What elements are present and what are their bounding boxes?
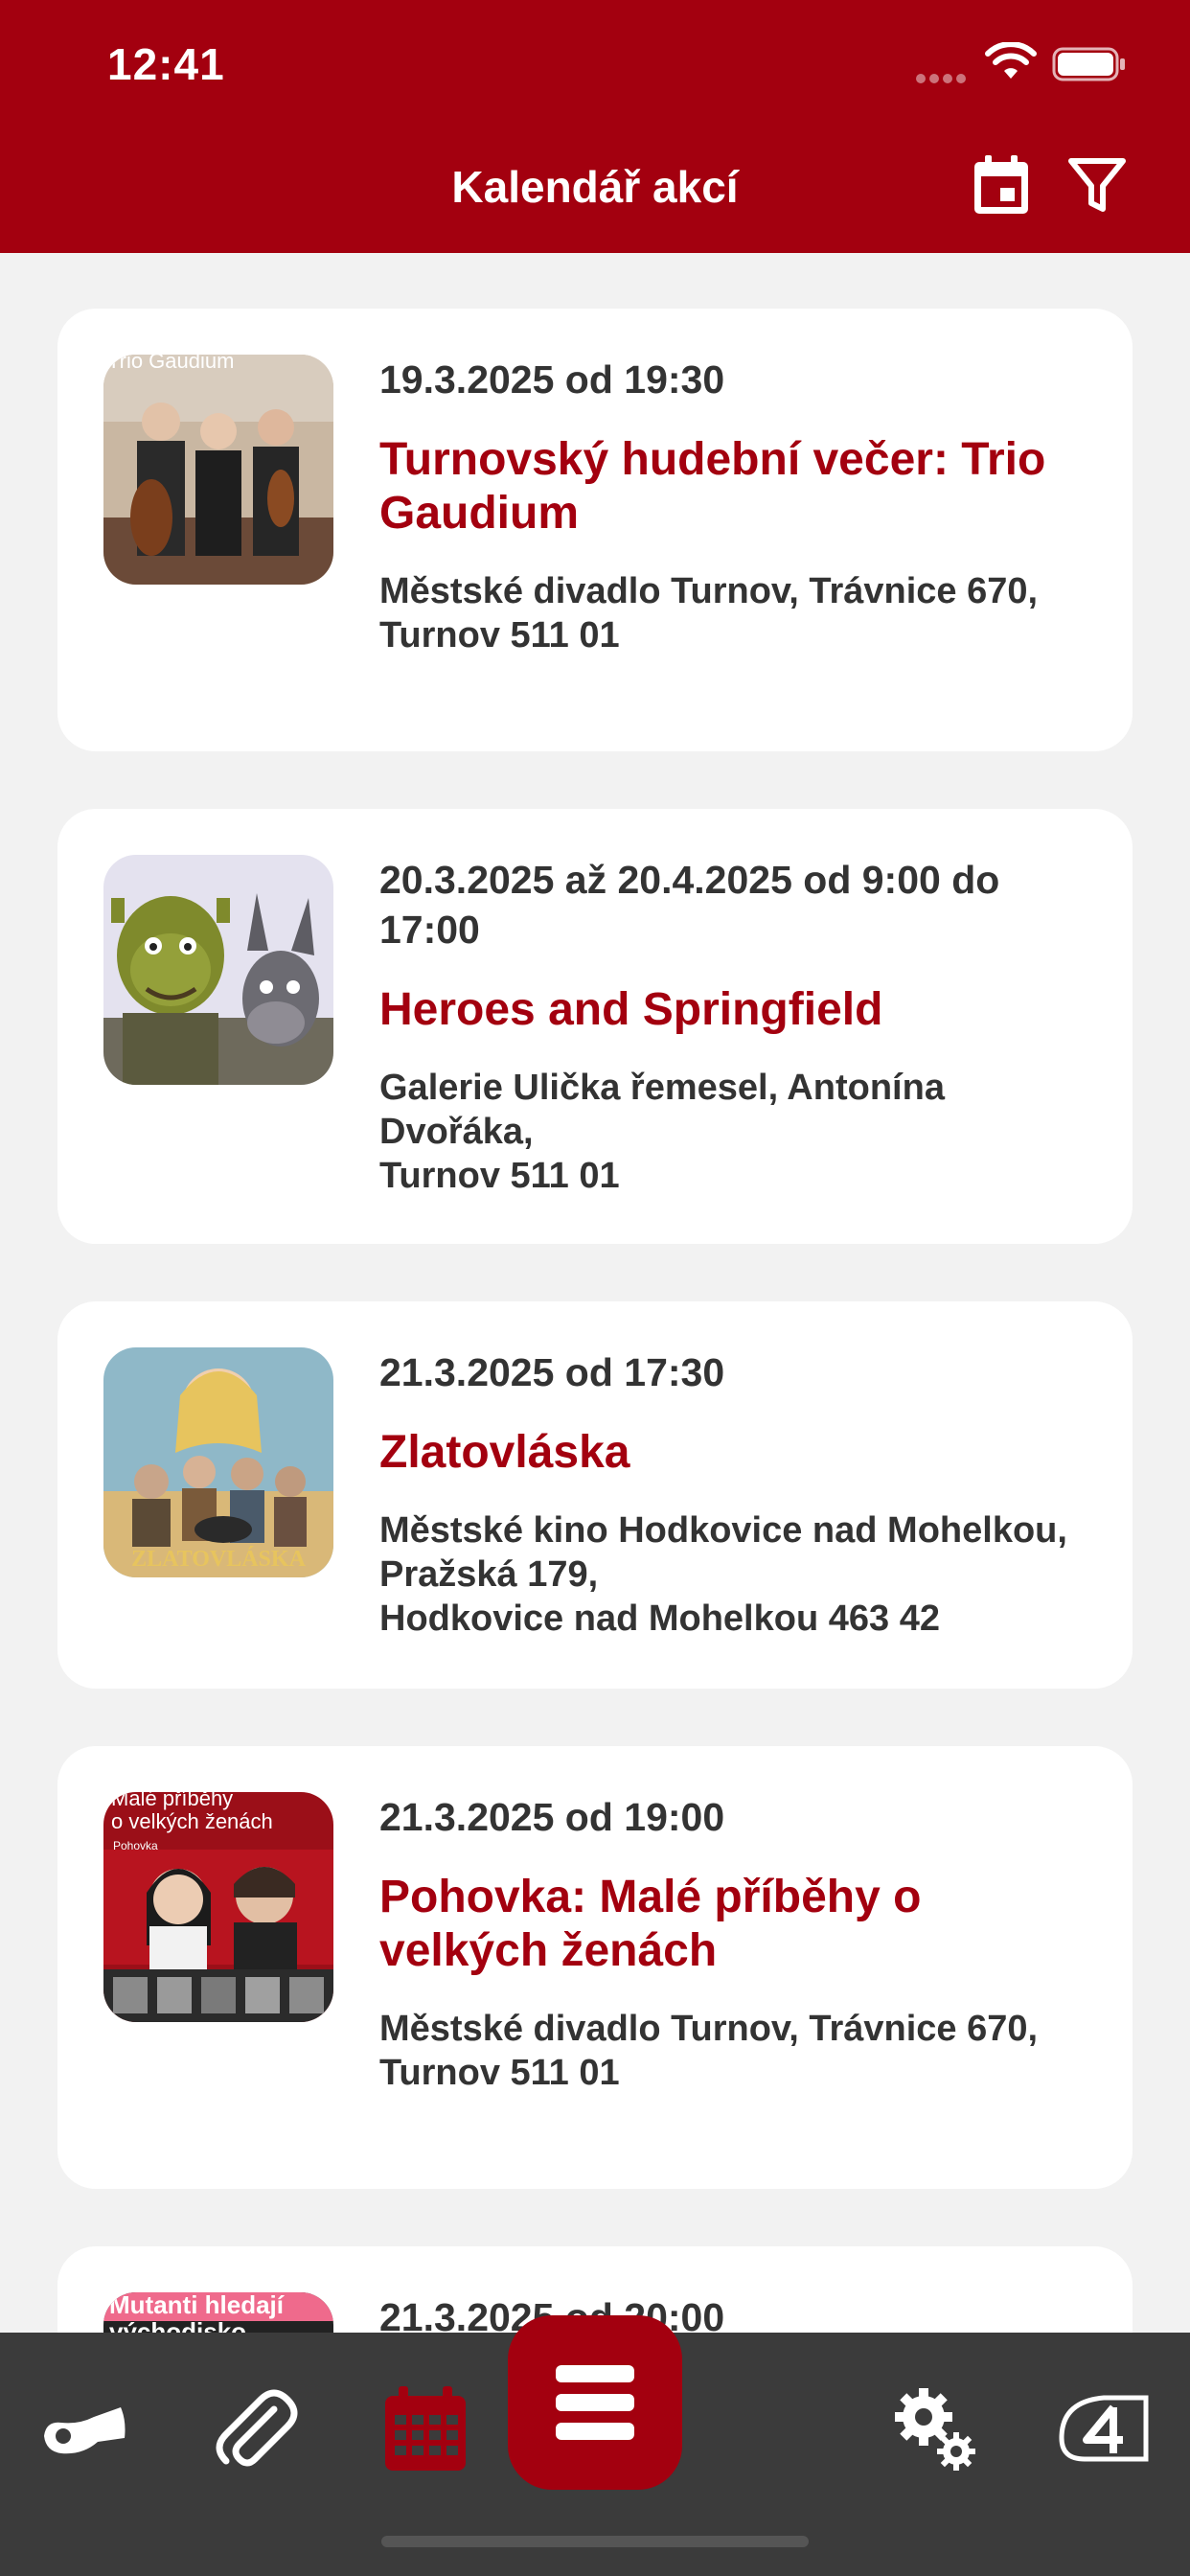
event-card[interactable]: Malé příběhy o velkých ženách Pohovka 21… xyxy=(57,1746,1133,2189)
horn-icon xyxy=(44,2407,126,2454)
event-place: Městské kino Hodkovice nad Mohelkou, Pra… xyxy=(379,1510,1067,1639)
event-place: Městské divadlo Turnov, Trávnice 670, Tu… xyxy=(379,571,1039,656)
menu-icon xyxy=(556,2365,634,2440)
svg-text:o velkých ženách: o velkých ženách xyxy=(111,1809,273,1833)
svg-text:ZLATOVLÁSKA: ZLATOVLÁSKA xyxy=(131,1547,306,1572)
status-time: 12:41 xyxy=(107,39,225,89)
tab-calendar[interactable] xyxy=(378,2380,473,2476)
event-title: Heroes and Springfield xyxy=(379,984,883,1035)
tab-settings[interactable] xyxy=(885,2380,981,2476)
event-card[interactable]: Trio Gaudium 19.3.2025 od 19:30 Turnovsk… xyxy=(57,309,1133,751)
event-thumbnail: ZLATOVLÁSKA xyxy=(103,1347,333,1577)
top-bar: 12:41 Kalendář akcí xyxy=(0,0,1190,253)
svg-text:Mutanti hledají: Mutanti hledají xyxy=(109,2292,285,2319)
event-card[interactable]: 20.3.2025 až 20.4.2025 od 9:00 do 17:00 … xyxy=(57,809,1133,1244)
event-date: 21.3.2025 od 17:30 xyxy=(379,1350,725,1394)
tab-documents[interactable] xyxy=(207,2380,303,2476)
svg-text:Pohovka: Pohovka xyxy=(113,1839,158,1852)
event-thumbnail: Malé příběhy o velkých ženách Pohovka xyxy=(103,1792,333,2022)
paperclip-icon xyxy=(216,2389,298,2467)
event-date: 21.3.2025 od 19:00 xyxy=(379,1795,725,1839)
cellular-signal-icon xyxy=(916,71,972,83)
event-title: Turnovský hudební večer: Trio Gaudium xyxy=(379,434,1046,539)
event-thumbnail: Trio Gaudium xyxy=(103,355,333,585)
svg-text:Malé příběhy: Malé příběhy xyxy=(111,1792,233,1810)
event-title: Pohovka: Malé příběhy o velkých ženách xyxy=(379,1872,922,1976)
wifi-icon xyxy=(985,42,1037,79)
tab-news[interactable] xyxy=(36,2380,132,2476)
event-place: Galerie Ulička řemesel, Antonína Dvořáka… xyxy=(379,1068,945,1196)
menu-button[interactable] xyxy=(508,2315,682,2490)
filter-icon xyxy=(1068,158,1126,212)
tab-four[interactable] xyxy=(1056,2380,1152,2476)
event-date: 20.3.2025 až 20.4.2025 od 9:00 do 17:00 xyxy=(379,858,1000,952)
four-icon xyxy=(1059,2395,1149,2462)
filter-button[interactable] xyxy=(1065,153,1129,217)
calendar-button[interactable] xyxy=(970,153,1033,217)
battery-icon xyxy=(1052,47,1125,81)
event-title: Zlatovláska xyxy=(379,1427,630,1478)
home-indicator xyxy=(381,2536,809,2547)
svg-text:Trio Gaudium: Trio Gaudium xyxy=(107,355,234,373)
event-thumbnail xyxy=(103,855,333,1085)
event-card[interactable]: ZLATOVLÁSKA 21.3.2025 od 17:30 Zlatovlás… xyxy=(57,1301,1133,1689)
calendar-icon xyxy=(974,155,1028,214)
calendar-grid-icon xyxy=(385,2386,466,2471)
settings-icon xyxy=(895,2388,975,2471)
event-date: 19.3.2025 od 19:30 xyxy=(379,357,725,402)
event-place: Městské divadlo Turnov, Trávnice 670, Tu… xyxy=(379,2009,1039,2093)
